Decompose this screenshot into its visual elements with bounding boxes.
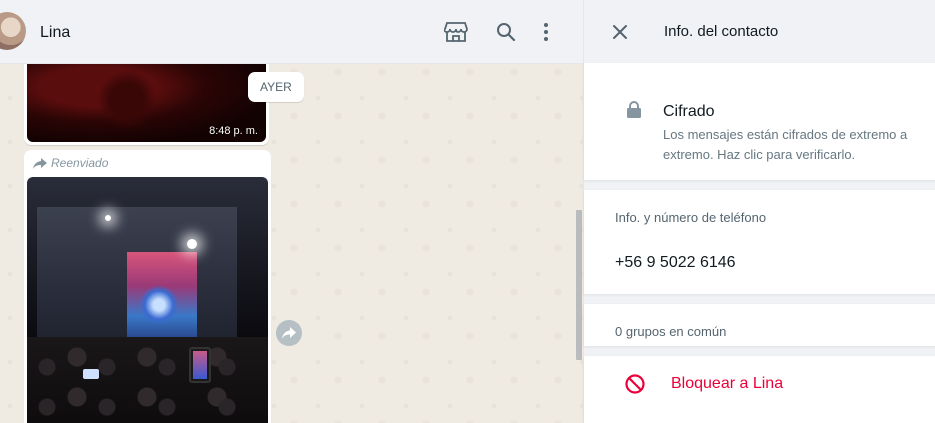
chat-header[interactable]: Lina <box>0 0 583 64</box>
groups-in-common: 0 grupos en común <box>615 324 727 339</box>
block-icon <box>625 374 645 394</box>
day-separator: AYER <box>248 72 304 102</box>
close-button[interactable] <box>610 22 630 42</box>
message-time: 8:48 p. m. <box>209 125 258 137</box>
menu-icon[interactable] <box>534 20 558 44</box>
encryption-section[interactable]: Cifrado Los mensajes están cifrados de e… <box>584 63 935 180</box>
block-contact-label: Bloquear a Lina <box>671 375 784 392</box>
contact-info-title: Info. del contacto <box>664 23 779 40</box>
forwarded-label: Reenviado <box>51 156 109 170</box>
lock-icon <box>627 101 641 118</box>
crowd-phone <box>83 369 99 379</box>
encryption-title: Cifrado <box>663 103 715 120</box>
stage-screen-glow <box>139 285 179 325</box>
forward-icon <box>282 327 296 339</box>
contact-name[interactable]: Lina <box>40 24 70 42</box>
phone-section: Info. y número de teléfono +56 9 5022 61… <box>584 190 935 294</box>
contact-info-pane: Info. del contacto Cifrado Los mensajes … <box>583 0 935 423</box>
groups-section: 0 grupos en común <box>584 304 935 346</box>
concert-stage-photo[interactable] <box>27 177 268 423</box>
phone-number[interactable]: +56 9 5022 6146 <box>615 254 736 272</box>
phone-section-label: Info. y número de teléfono <box>615 210 767 225</box>
raised-phone <box>189 347 211 383</box>
search-icon[interactable] <box>494 20 518 44</box>
chat-pane: Lina 8:48 p. m. AYER Reenviado <box>0 0 583 423</box>
forward-arrow-icon <box>33 157 47 169</box>
forwarded-indicator: Reenviado <box>33 156 108 170</box>
avatar[interactable] <box>0 12 26 50</box>
stage-light <box>187 239 197 249</box>
block-contact-button[interactable]: Bloquear a Lina <box>584 356 935 423</box>
encryption-description: Los mensajes están cifrados de extremo a… <box>663 127 908 162</box>
chat-scrollbar[interactable] <box>576 210 582 360</box>
catalog-icon[interactable] <box>444 20 468 44</box>
image-message[interactable]: 8:48 p. m. <box>24 50 269 145</box>
crowd <box>27 337 268 423</box>
close-icon <box>613 25 627 39</box>
forward-button[interactable] <box>276 320 302 346</box>
stage-light <box>105 215 111 221</box>
forwarded-image-message[interactable]: Reenviado <box>24 150 271 423</box>
contact-info-header: Info. del contacto <box>584 0 935 63</box>
